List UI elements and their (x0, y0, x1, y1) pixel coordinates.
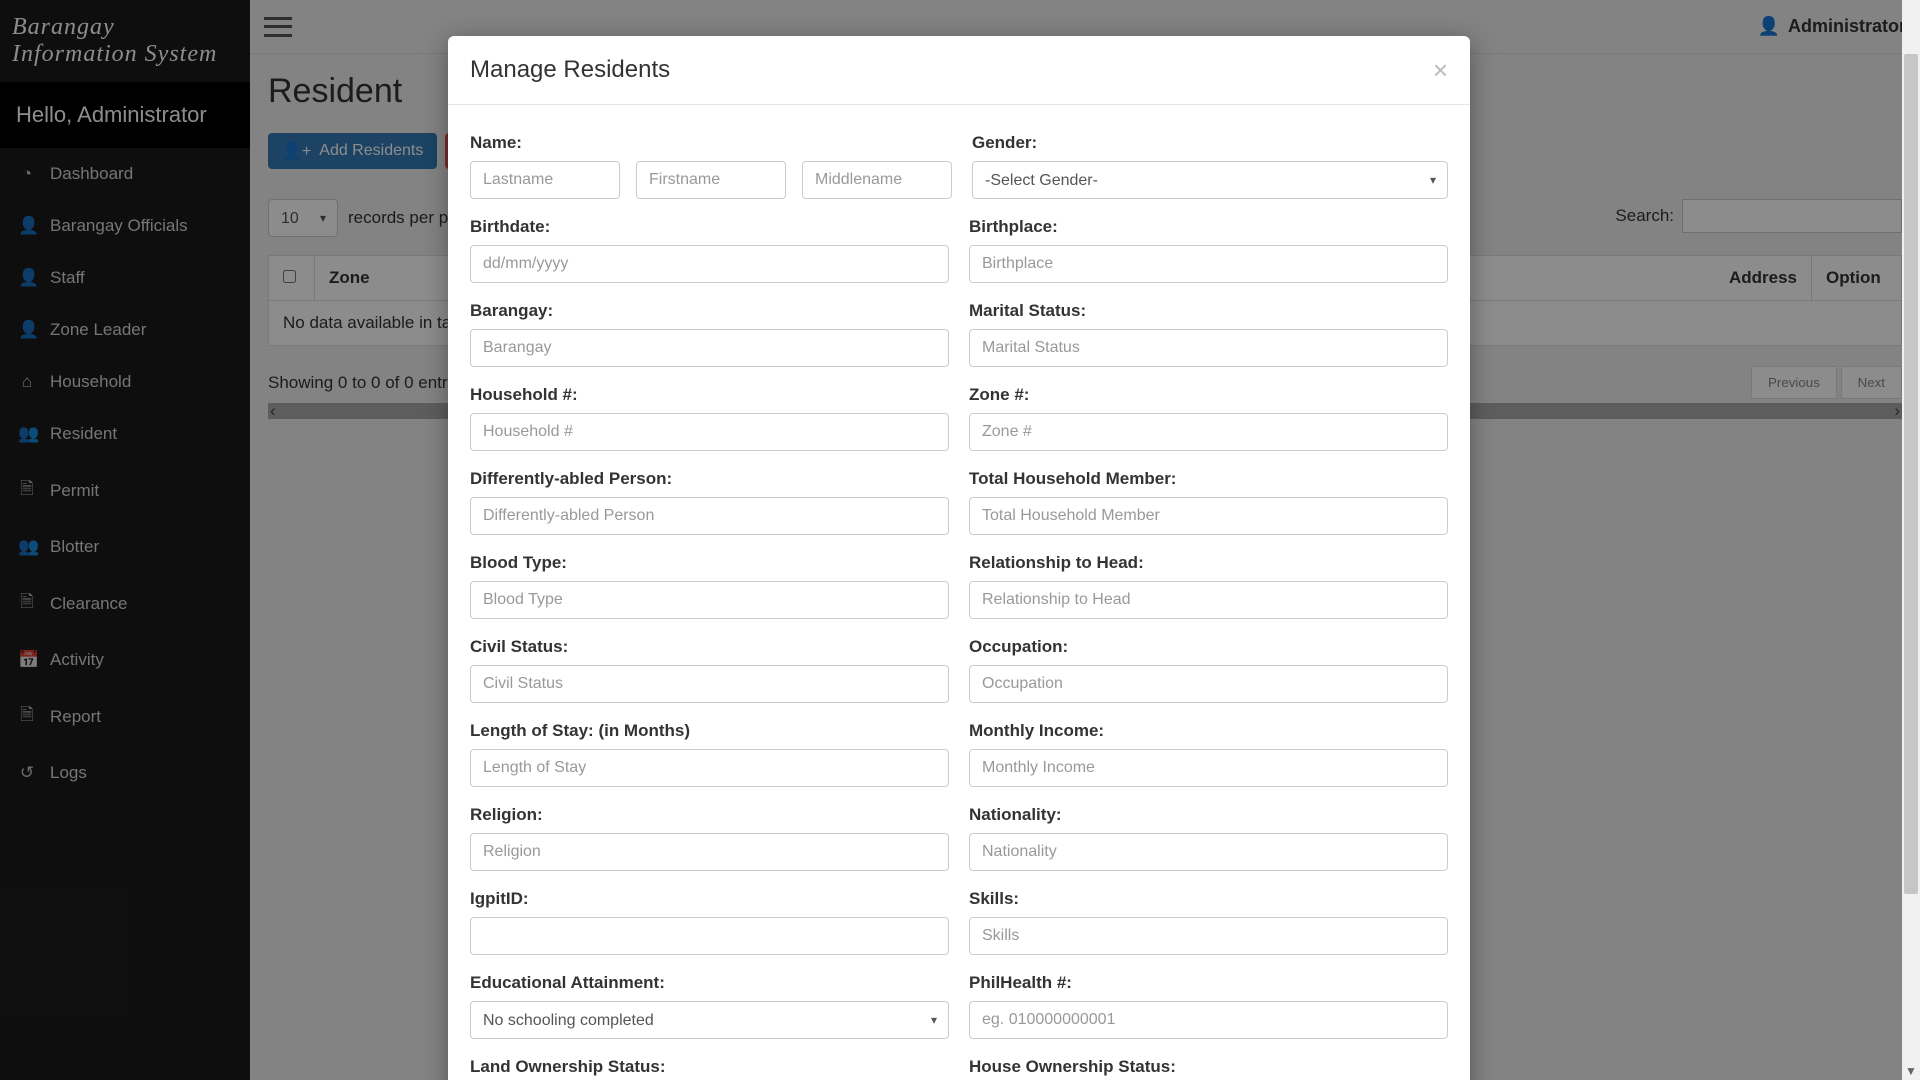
occupation-input[interactable] (969, 665, 1448, 703)
scroll-down-icon[interactable]: ▼ (1905, 1064, 1917, 1078)
igpit-id-label: IgpitID: (470, 889, 949, 909)
education-label: Educational Attainment: (470, 973, 949, 993)
vertical-scrollbar[interactable]: ▼ (1902, 0, 1920, 1080)
middlename-input[interactable] (802, 161, 952, 199)
relationship-to-head-label: Relationship to Head: (969, 553, 1448, 573)
birthdate-input[interactable] (470, 245, 949, 283)
zone-number-input[interactable] (969, 413, 1448, 451)
birthplace-label: Birthplace: (969, 217, 1448, 237)
birthdate-label: Birthdate: (470, 217, 949, 237)
scrollbar-thumb[interactable] (1904, 54, 1918, 894)
differently-abled-input[interactable] (470, 497, 949, 535)
nationality-label: Nationality: (969, 805, 1448, 825)
modal-title: Manage Residents (470, 56, 670, 84)
differently-abled-label: Differently-abled Person: (470, 469, 949, 489)
total-household-member-label: Total Household Member: (969, 469, 1448, 489)
skills-input[interactable] (969, 917, 1448, 955)
household-number-input[interactable] (470, 413, 949, 451)
gender-label: Gender: (972, 133, 1448, 153)
skills-label: Skills: (969, 889, 1448, 909)
lastname-input[interactable] (470, 161, 620, 199)
zone-number-label: Zone #: (969, 385, 1448, 405)
length-of-stay-label: Length of Stay: (in Months) (470, 721, 949, 741)
monthly-income-label: Monthly Income: (969, 721, 1448, 741)
relationship-to-head-input[interactable] (969, 581, 1448, 619)
house-ownership-label: House Ownership Status: (969, 1057, 1448, 1077)
total-household-member-input[interactable] (969, 497, 1448, 535)
birthplace-input[interactable] (969, 245, 1448, 283)
close-icon[interactable]: × (1433, 57, 1448, 83)
philhealth-label: PhilHealth #: (969, 973, 1448, 993)
blood-type-label: Blood Type: (470, 553, 949, 573)
monthly-income-input[interactable] (969, 749, 1448, 787)
nationality-input[interactable] (969, 833, 1448, 871)
blood-type-input[interactable] (470, 581, 949, 619)
marital-status-label: Marital Status: (969, 301, 1448, 321)
barangay-label: Barangay: (470, 301, 949, 321)
religion-input[interactable] (470, 833, 949, 871)
length-of-stay-input[interactable] (470, 749, 949, 787)
firstname-input[interactable] (636, 161, 786, 199)
barangay-input[interactable] (470, 329, 949, 367)
civil-status-input[interactable] (470, 665, 949, 703)
civil-status-label: Civil Status: (470, 637, 949, 657)
education-select[interactable]: No schooling completed (470, 1001, 949, 1039)
name-label: Name: (470, 133, 952, 153)
household-number-label: Household #: (470, 385, 949, 405)
marital-status-input[interactable] (969, 329, 1448, 367)
igpit-id-input[interactable] (470, 917, 949, 955)
occupation-label: Occupation: (969, 637, 1448, 657)
religion-label: Religion: (470, 805, 949, 825)
philhealth-input[interactable] (969, 1001, 1448, 1039)
gender-select[interactable]: -Select Gender- (972, 161, 1448, 199)
manage-residents-modal: Manage Residents × Name: Gender: -Select… (448, 36, 1470, 1080)
land-ownership-label: Land Ownership Status: (470, 1057, 949, 1077)
